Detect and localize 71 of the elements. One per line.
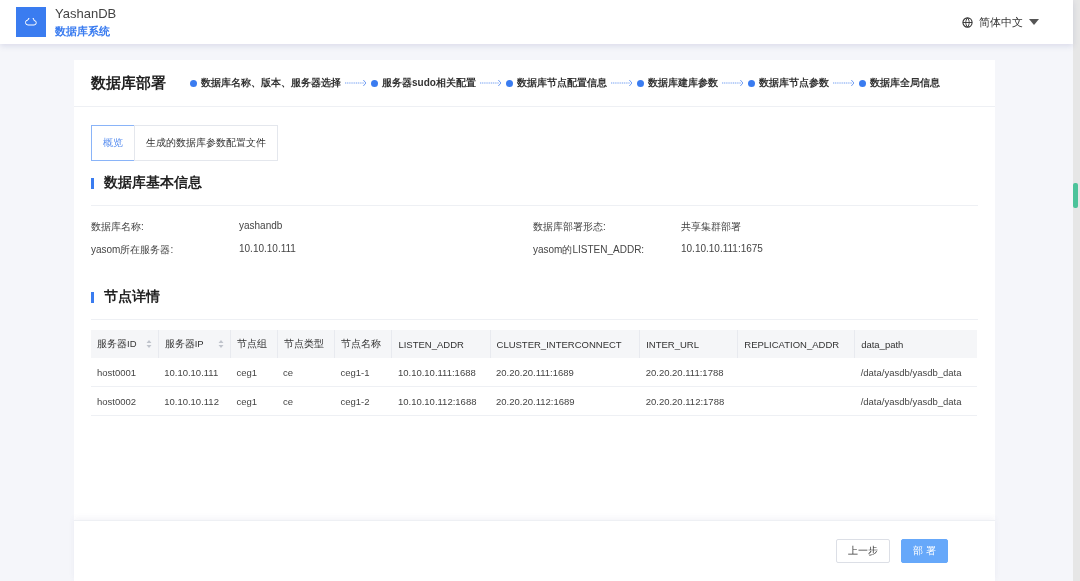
section-marker bbox=[91, 177, 94, 189]
column-header[interactable]: 服务器IP bbox=[158, 330, 231, 358]
section-marker bbox=[91, 291, 94, 303]
table-cell: 10.10.10.112 bbox=[158, 386, 231, 416]
step-label: 数据库节点参数 bbox=[758, 76, 829, 90]
section-title: 节点详情 bbox=[104, 288, 160, 306]
table-cell: /data/yasdb/yasdb_data bbox=[854, 358, 977, 387]
column-header: 节点名称 bbox=[334, 330, 392, 358]
column-header: data_path bbox=[854, 330, 977, 358]
field-value: 共享集群部署 bbox=[681, 220, 742, 234]
page-title: 数据库部署 bbox=[91, 73, 166, 93]
column-header: INTER_URL bbox=[639, 330, 738, 358]
column-header: 节点组 bbox=[230, 330, 278, 358]
table-cell: /data/yasdb/yasdb_data bbox=[854, 386, 977, 416]
app-name: YashanDB bbox=[55, 5, 117, 21]
table-cell: ce bbox=[277, 358, 335, 387]
column-header: LISTEN_ADDR bbox=[391, 330, 491, 358]
table-cell: 20.20.20.111:1788 bbox=[639, 358, 738, 387]
logo-icon bbox=[16, 7, 46, 37]
table-cell: ceg1 bbox=[230, 358, 278, 387]
step-dot bbox=[636, 79, 644, 87]
arrow-icon bbox=[832, 79, 855, 87]
back-button[interactable]: 上一步 bbox=[836, 539, 890, 563]
field-label: 数据库部署形态: bbox=[533, 220, 607, 234]
caret-icon[interactable] bbox=[1029, 19, 1039, 25]
section-title: 数据库基本信息 bbox=[104, 174, 202, 192]
table-cell: host0002 bbox=[91, 386, 159, 416]
step-dot bbox=[858, 79, 866, 87]
column-title: 服务器ID bbox=[97, 337, 137, 351]
step-label: 数据库建库参数 bbox=[647, 76, 718, 90]
table-cell: host0001 bbox=[91, 358, 159, 387]
sort-icon[interactable] bbox=[145, 339, 152, 349]
column-header[interactable]: 服务器ID bbox=[91, 330, 159, 358]
arrow-icon bbox=[345, 79, 367, 87]
step-dot bbox=[747, 79, 755, 87]
step-dot bbox=[505, 79, 513, 87]
field-value: 10.10.10.111:1675 bbox=[681, 243, 764, 256]
column-header: REPLICATION_ADDR bbox=[737, 330, 855, 358]
table-cell: 10.10.10.112:1688 bbox=[391, 386, 491, 416]
column-header: CLUSTER_INTERCONNECT bbox=[490, 330, 640, 358]
field-value: 10.10.10.111 bbox=[239, 243, 297, 256]
column-header: 节点类型 bbox=[277, 330, 335, 358]
step-label: 数据库全局信息 bbox=[869, 76, 940, 90]
step-dot bbox=[190, 79, 197, 87]
step-label: 数据库名称、版本、服务器选择 bbox=[201, 76, 341, 90]
table-cell: ceg1 bbox=[230, 386, 278, 416]
step-dot bbox=[371, 79, 378, 87]
globe-icon[interactable] bbox=[962, 16, 973, 28]
table-cell: 10.10.10.111:1688 bbox=[391, 358, 491, 387]
table-cell: 20.20.20.112:1689 bbox=[490, 386, 640, 416]
step-label: 服务器sudo相关配置 bbox=[382, 76, 476, 90]
table-cell: ce bbox=[277, 386, 335, 416]
table-cell: ceg1-1 bbox=[334, 358, 392, 387]
arrow-icon bbox=[479, 79, 502, 87]
table-cell: 20.20.20.112:1788 bbox=[639, 386, 738, 416]
arrow-icon bbox=[610, 79, 633, 87]
field-label: yasom的LISTEN_ADDR: bbox=[533, 243, 646, 257]
field-label: 数据库名称: bbox=[91, 220, 145, 234]
table-cell: ceg1-2 bbox=[334, 386, 392, 416]
field-label: yasom所在服务器: bbox=[91, 243, 175, 257]
arrow-icon bbox=[721, 79, 744, 87]
sort-icon[interactable] bbox=[218, 339, 224, 349]
field-value: yashandb bbox=[239, 220, 284, 233]
tab[interactable]: 生成的数据库参数配置文件 bbox=[134, 125, 278, 161]
table-cell: 20.20.20.111:1689 bbox=[490, 358, 640, 387]
table-cell: 10.10.10.111 bbox=[158, 358, 231, 387]
scrollbar-thumb[interactable] bbox=[1073, 183, 1078, 208]
app-subtitle: 数据库系统 bbox=[55, 23, 111, 39]
step-label: 数据库节点配置信息 bbox=[516, 76, 607, 90]
column-title: 服务器IP bbox=[164, 337, 204, 351]
language-selector[interactable]: 简体中文 bbox=[979, 14, 1023, 30]
